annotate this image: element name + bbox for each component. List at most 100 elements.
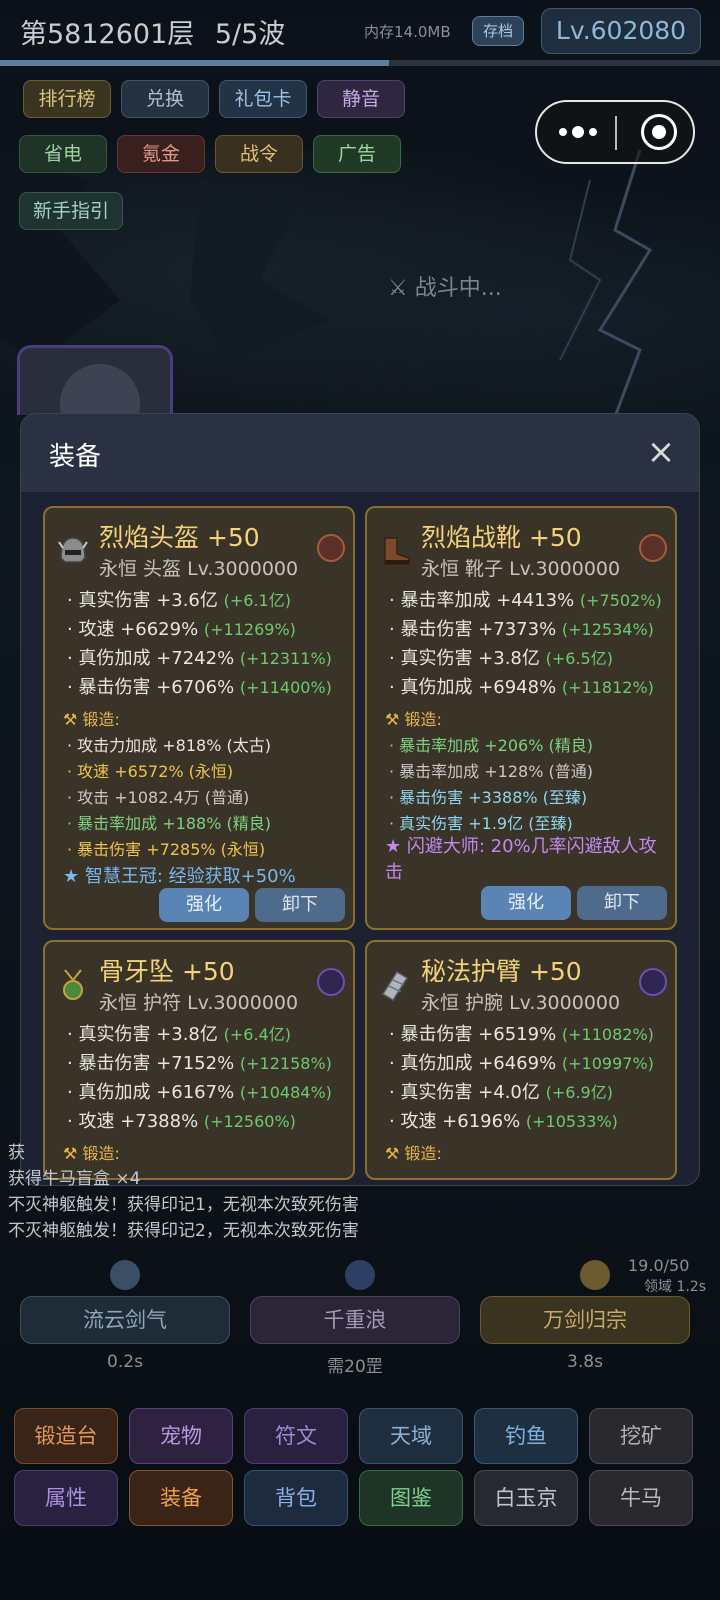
nav-forge[interactable]: 锻造台	[14, 1408, 118, 1464]
beginner-guide-button[interactable]: 新手指引	[19, 192, 123, 230]
hero-avatar	[60, 364, 140, 415]
nav-backpack[interactable]: 背包	[244, 1470, 348, 1526]
boots-icon	[384, 537, 410, 565]
menu-row-3: 新手指引	[19, 192, 123, 230]
stat-bonus: (+11269%)	[203, 620, 296, 639]
save-button[interactable]: 存档	[472, 16, 524, 46]
nav-fishing[interactable]: 钓鱼	[474, 1408, 578, 1464]
item-name: 秘法护臂 +50	[421, 957, 582, 986]
sword-qi-skill-icon	[110, 1260, 140, 1290]
skill-button-wanjianguizong[interactable]: 万剑归宗	[480, 1296, 690, 1344]
nav-niuma[interactable]: 牛马	[589, 1470, 693, 1526]
skill-button-liuyun[interactable]: 流云剑气	[20, 1296, 230, 1344]
skill-button-qianchonglang[interactable]: 千重浪	[250, 1296, 460, 1344]
stat-line: · 暴击伤害 +6706% (+11400%)	[67, 677, 332, 698]
stat-line: · 真伤加成 +6469% (+10997%)	[389, 1053, 654, 1074]
gift-card-button[interactable]: 礼包卡	[219, 80, 307, 118]
unequip-button[interactable]: 卸下	[255, 888, 345, 922]
forge-line: · 暴击伤害 +7285% (永恒)	[67, 840, 266, 859]
redeem-button[interactable]: 兑换	[121, 80, 209, 118]
mystic-quality-icon	[317, 968, 345, 996]
nav-mining[interactable]: 挖矿	[589, 1408, 693, 1464]
forge-line-text: 攻击力加成 +818% (太古)	[77, 736, 271, 755]
forge-header: ⚒ 锻造:	[63, 706, 120, 730]
nav-codex[interactable]: 图鉴	[359, 1470, 463, 1526]
stat-value: 暴击率加成 +4413%	[400, 590, 575, 611]
stat-line: · 暴击伤害 +6519% (+11082%)	[389, 1024, 654, 1045]
mystic-quality-icon	[639, 968, 667, 996]
stat-line: · 真伤加成 +7242% (+12311%)	[67, 648, 332, 669]
close-miniprogram-icon[interactable]	[641, 114, 677, 150]
stat-value: 攻速 +6196%	[400, 1111, 521, 1132]
stat-bonus: (+12158%)	[239, 1054, 332, 1073]
nav-rune[interactable]: 符文	[244, 1408, 348, 1464]
nav-sky-domain[interactable]: 天域	[359, 1408, 463, 1464]
stat-line: · 真实伤害 +4.0亿 (+6.9亿)	[389, 1082, 613, 1103]
forge-label: 锻造:	[404, 710, 442, 729]
stat-bonus: (+12560%)	[203, 1112, 296, 1131]
wave-progress-fill	[0, 60, 389, 66]
forge-header: ⚒ 锻造:	[385, 1140, 442, 1164]
skill-bar: 19.0/50 领域 1.2s 流云剑气 千重浪 万剑归宗 0.2s 需20罡 …	[8, 1256, 712, 1377]
skill-cooldown: 0.2s	[107, 1352, 143, 1372]
strengthen-button[interactable]: 强化	[159, 888, 249, 922]
bracer-icon	[381, 970, 409, 1002]
stat-bonus: (+10533%)	[525, 1112, 618, 1131]
stat-line: · 真实伤害 +3.8亿 (+6.4亿)	[67, 1024, 291, 1045]
stat-value: 攻速 +7388%	[78, 1111, 199, 1132]
stat-value: 真伤加成 +7242%	[78, 648, 235, 669]
close-icon[interactable]: ×	[641, 432, 681, 472]
nav-equipment[interactable]: 装备	[129, 1470, 233, 1526]
nav-baiyujing[interactable]: 白玉京	[474, 1470, 578, 1526]
forge-line: · 攻击力加成 +818% (太古)	[67, 736, 271, 755]
forge-line: · 攻击 +1082.4万 (普通)	[67, 788, 250, 807]
forge-header: ⚒ 锻造:	[385, 706, 442, 730]
skill-cooldown: 3.8s	[567, 1352, 603, 1372]
mute-button[interactable]: 静音	[317, 80, 405, 118]
top-bar: 第5812601层 5/5波 内存14.0MB 存档 Lv.602080	[0, 0, 720, 62]
recharge-button[interactable]: 氪金	[117, 135, 205, 173]
swords-icon: ⚔	[388, 276, 415, 301]
miniprogram-capsule	[535, 100, 695, 164]
domain-timer: 领域 1.2s	[644, 1279, 707, 1295]
power-save-button[interactable]: 省电	[19, 135, 107, 173]
bottom-nav: 锻造台 宠物 符文 天域 钓鱼 挖矿 属性 装备 背包 图鉴 白玉京 牛马	[0, 1400, 720, 1600]
forge-line-text: 攻击 +1082.4万 (普通)	[77, 788, 250, 807]
stat-line: · 真伤加成 +6948% (+11812%)	[389, 677, 654, 698]
forge-line-text: 暴击率加成 +188% (精良)	[77, 814, 271, 833]
floor-label: 第5812601层	[20, 19, 195, 50]
nav-attributes[interactable]: 属性	[14, 1470, 118, 1526]
amulet-icon	[63, 969, 83, 1000]
stat-value: 真伤加成 +6948%	[400, 677, 557, 698]
forge-line-text: 暴击率加成 +128% (普通)	[399, 762, 593, 781]
memory-label: 内存14.0MB	[364, 23, 451, 41]
hammer-icon: ⚒	[63, 710, 83, 729]
forge-line: · 暴击率加成 +188% (精良)	[67, 814, 271, 833]
battle-status: ⚔ 战斗中...	[388, 270, 502, 302]
hammer-icon: ⚒	[63, 1144, 83, 1163]
battle-pass-button[interactable]: 战令	[215, 135, 303, 173]
hammer-icon: ⚒	[385, 710, 405, 729]
stat-bonus: (+12534%)	[561, 620, 654, 639]
leaderboard-button[interactable]: 排行榜	[23, 80, 111, 118]
wave-progress-bar	[0, 60, 720, 66]
stat-value: 真伤加成 +6167%	[78, 1082, 235, 1103]
stat-bonus: (+10997%)	[561, 1054, 654, 1073]
stat-value: 真实伤害 +3.8亿	[400, 648, 540, 669]
stat-line: · 暴击率加成 +4413% (+7502%)	[389, 590, 662, 611]
stat-line: · 真实伤害 +3.6亿 (+6.1亿)	[67, 590, 291, 611]
item-skill: ★ 智慧王冠: 经验获取+50%	[63, 866, 296, 887]
stat-bonus: (+7502%)	[579, 591, 662, 610]
unequip-button[interactable]: 卸下	[577, 886, 667, 920]
hero-portrait[interactable]	[17, 345, 173, 415]
forge-line: · 真实伤害 +1.9亿 (至臻)	[389, 814, 573, 833]
more-menu-icon[interactable]	[559, 120, 599, 144]
strengthen-button[interactable]: 强化	[481, 886, 571, 920]
stat-value: 暴击伤害 +6519%	[400, 1024, 557, 1045]
battle-log-line: 不灭神躯触发！获得印记2，无视本次致死伤害	[8, 1221, 359, 1241]
nav-pet[interactable]: 宠物	[129, 1408, 233, 1464]
equipment-card-boots: 烈焰战靴 +50 永恒 靴子 Lv.3000000 · 暴击率加成 +4413%…	[365, 506, 677, 930]
ads-button[interactable]: 广告	[313, 135, 401, 173]
item-subtitle: 永恒 护符 Lv.3000000	[99, 992, 299, 1014]
helmet-icon	[58, 537, 88, 563]
